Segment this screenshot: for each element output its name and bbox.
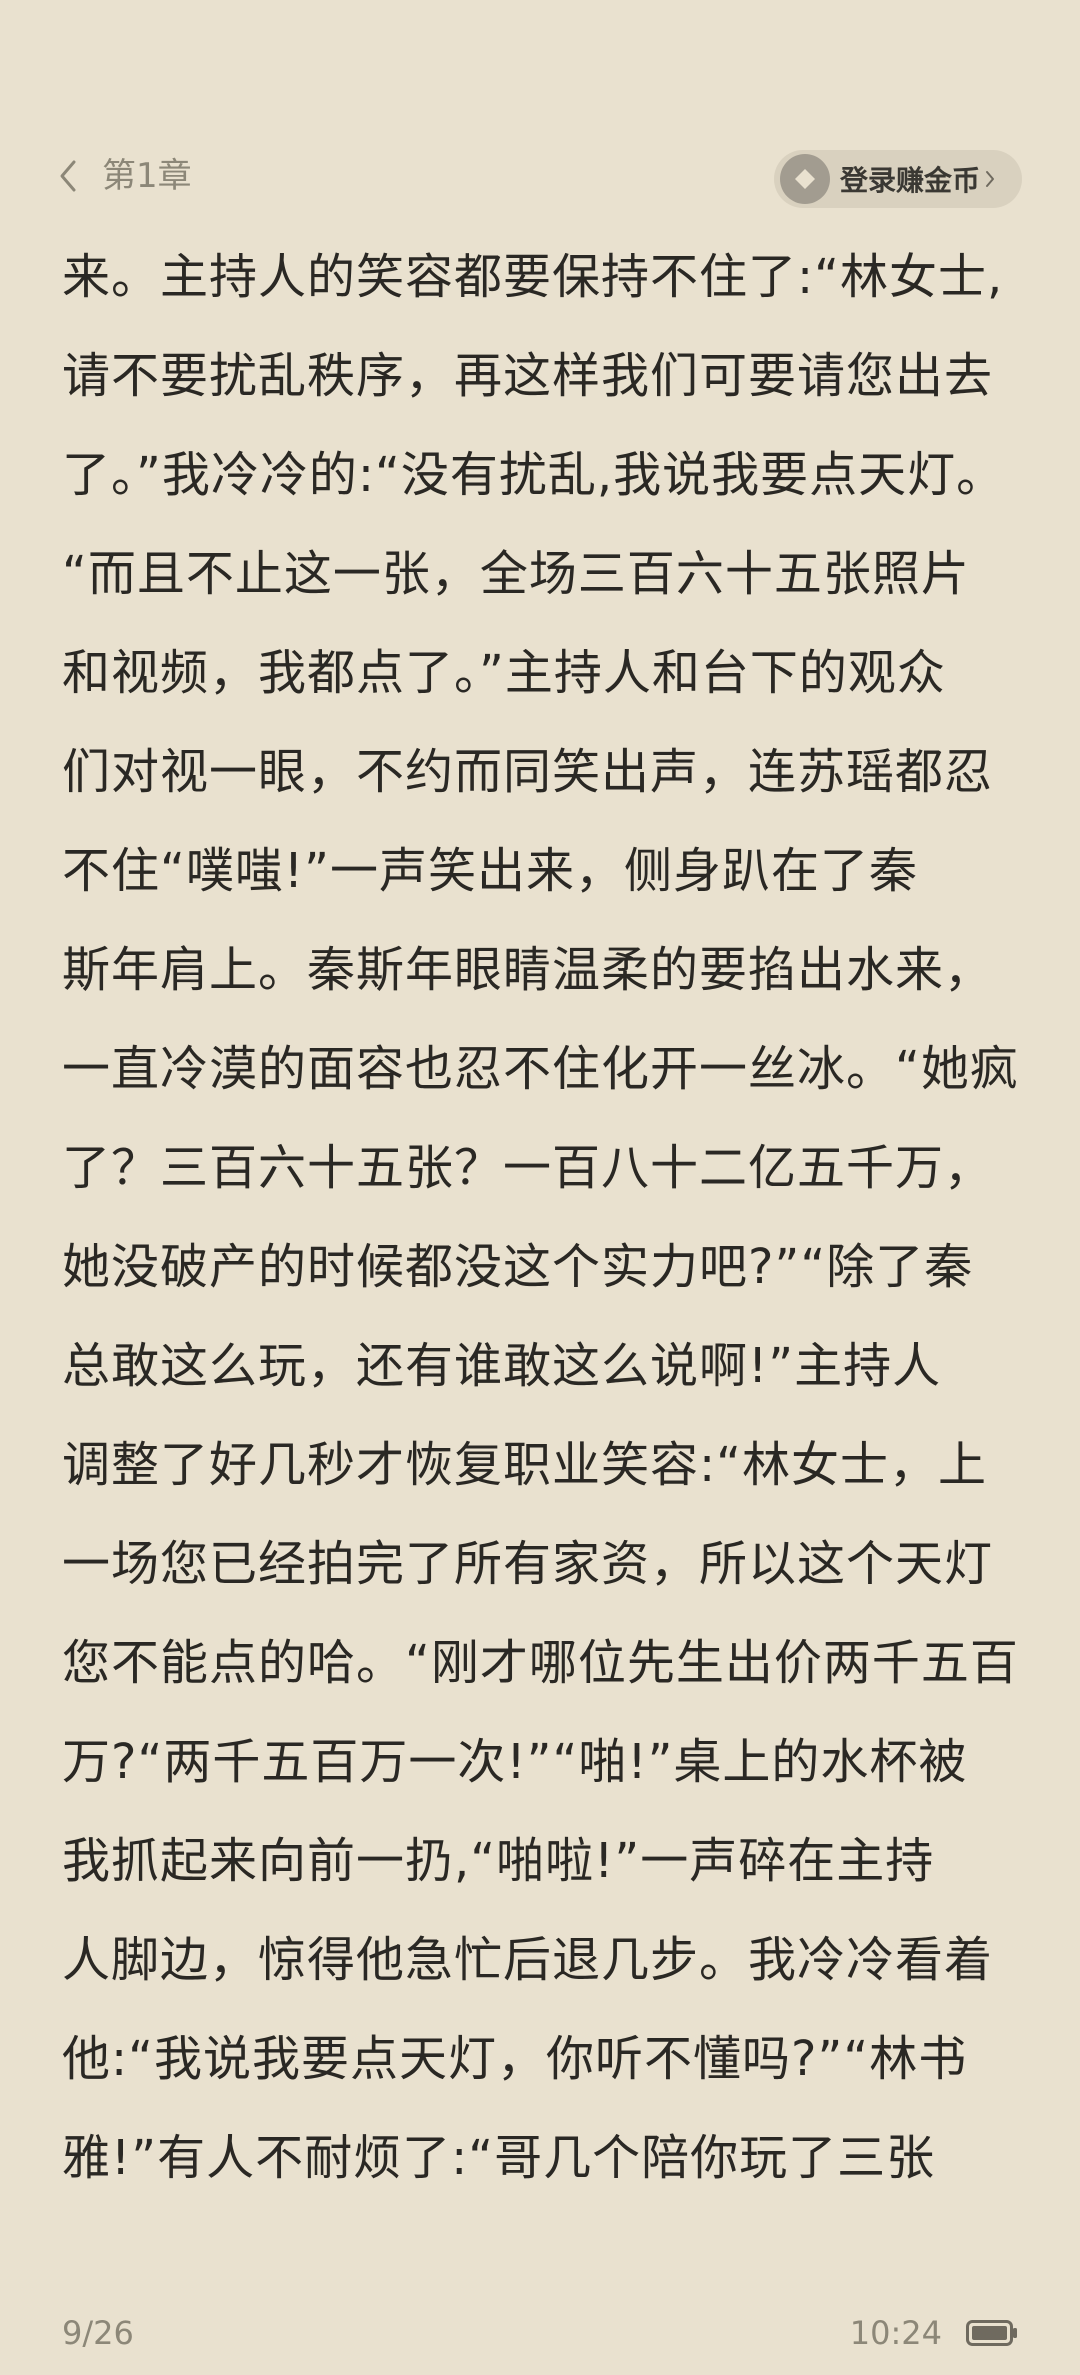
back-button[interactable]: 第1章 — [58, 154, 192, 198]
clock-time: 10:24 — [849, 2314, 942, 2352]
text-line: 来。主持人的笑容都要保持不住了:“林女士, — [62, 249, 1004, 305]
page-indicator: 9/26 — [62, 2314, 134, 2352]
status-area: 10:24 — [850, 2311, 1018, 2355]
text-line: 人脚边，惊得他急忙后退几步。我冷冷看着 — [62, 1932, 994, 1988]
text-line: 您不能点的哈。“刚才哪位先生出价两千五百 — [62, 1635, 1019, 1691]
battery-icon — [966, 2320, 1018, 2346]
text-line: 斯年肩上。秦斯年眼睛温柔的要掐出水来， — [62, 942, 994, 998]
text-line: 雅!”有人不耐烦了:“哥几个陪你玩了三张 — [62, 2130, 936, 2186]
text-line: 我抓起来向前一扔,“啪啦!”一声碎在主持 — [62, 1833, 935, 1889]
chapter-text: 来。主持人的笑容都要保持不住了:“林女士, 请不要扰乱秩序，再这样我们可要请您出… — [62, 228, 1022, 2208]
text-line: 了。”我冷冷的:“没有扰乱,我说我要点天灯。 — [62, 447, 1006, 503]
text-line: 一直冷漠的面容也忍不住化开一丝冰。“她疯 — [62, 1041, 1019, 1097]
text-line: 请不要扰乱秩序，再这样我们可要请您出去 — [62, 348, 994, 404]
reader-footer: 9/26 10:24 — [62, 2311, 1018, 2355]
login-earn-coins-button[interactable]: 登录赚金币 — [773, 150, 1022, 208]
reader-header: 第1章 登录赚金币 — [58, 150, 1022, 210]
text-line: 一场您已经拍完了所有家资，所以这个天灯 — [62, 1536, 994, 1592]
text-line: “而且不止这一张，全场三百六十五张照片 — [62, 546, 970, 602]
text-line: 了？三百六十五张？一百八十二亿五千万， — [62, 1140, 994, 1196]
text-line: 调整了好几秒才恢复职业笑容:“林女士，上 — [62, 1437, 988, 1493]
coin-button-label: 登录赚金币 — [839, 164, 980, 197]
diamond-coin-icon — [779, 154, 830, 204]
text-line: 不住“噗嗤!”一声笑出来，侧身趴在了秦 — [62, 843, 918, 899]
text-line: 总敢这么玩，还有谁敢这么说啊!”主持人 — [62, 1338, 942, 1394]
text-line: 们对视一眼，不约而同笑出声，连苏瑶都忍 — [62, 744, 994, 800]
text-line: 她没破产的时候都没这个实力吧?”“除了秦 — [62, 1239, 974, 1295]
chapter-title: 第1章 — [102, 156, 192, 196]
chevron-left-icon — [58, 154, 92, 198]
text-line: 和视频，我都点了。”主持人和台下的观众 — [62, 645, 946, 701]
chevron-right-icon — [984, 167, 1002, 191]
text-line: 他:“我说我要点天灯，你听不懂吗?”“林书 — [62, 2031, 968, 2087]
text-line: 万?“两千五百万一次!”“啪!”桌上的水杯被 — [62, 1734, 968, 1790]
